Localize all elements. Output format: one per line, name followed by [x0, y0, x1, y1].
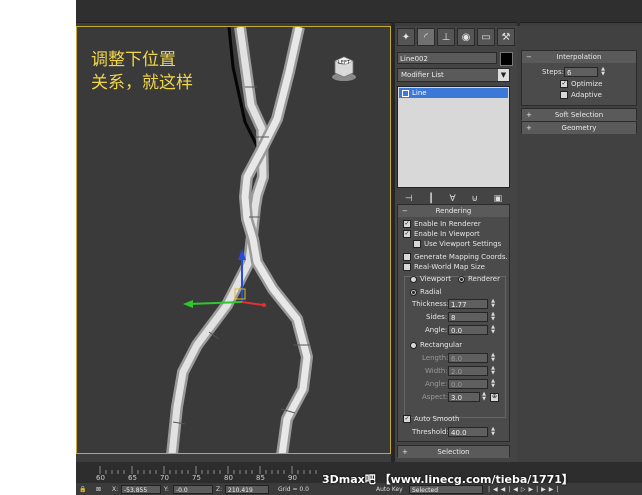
lock-selection-icon[interactable]: 🔒: [79, 485, 86, 494]
interpolation-rollout: − Interpolation Steps: 6 ▲ ▼ ✓ Optimize Ada…: [521, 50, 637, 106]
thickness-label: Thickness:: [412, 300, 449, 308]
steps-arrows-icon[interactable]: ▲ ▼: [600, 67, 606, 77]
threshold-spinner[interactable]: 40.0: [448, 427, 488, 437]
page-margin: [0, 0, 76, 495]
rendering-rollout: − Rendering ✓ Enable In Renderer ✓ Enable I…: [397, 204, 510, 442]
thickness-spinner[interactable]: 1.77: [448, 299, 488, 309]
angle-spinner[interactable]: 0.0: [448, 325, 488, 335]
rollout-column: − Interpolation Steps: 6 ▲ ▼ ✓ Optimize Ada…: [517, 26, 642, 466]
auto-smooth-checkbox[interactable]: ✓ Auto Smooth: [403, 415, 460, 423]
object-color-swatch[interactable]: [500, 52, 513, 66]
x-label: X:: [112, 486, 119, 493]
viewport-caption: 调整下位置 关系，就这样: [91, 50, 193, 93]
viewport-radio[interactable]: Viewport: [410, 275, 451, 283]
width-spinner[interactable]: 2.0: [448, 366, 488, 376]
make-unique-icon[interactable]: ∀: [449, 194, 455, 204]
display-tab-icon[interactable]: ▭: [477, 28, 495, 46]
command-tabs: ✦ ◜ ⊥ ◉ ▭ ⚒: [397, 28, 515, 46]
command-panel: ✦ ◜ ⊥ ◉ ▭ ⚒ Line002 Modifier List ▼ Line…: [395, 26, 517, 466]
expand-icon[interactable]: [402, 89, 409, 97]
pin-stack-icon[interactable]: ⊣: [405, 194, 413, 204]
length-label: Length:: [422, 354, 449, 362]
aspect-arrows-icon[interactable]: ▲ ▼: [481, 392, 487, 402]
angle-arrows-icon[interactable]: ▲ ▼: [490, 325, 496, 335]
geometry-rollout[interactable]: + Geometry: [521, 121, 637, 134]
configure-sets-icon[interactable]: ▣: [494, 194, 503, 204]
left-viewport[interactable]: 调整下位置 关系，就这样 LEFT: [76, 26, 391, 454]
chevron-down-icon[interactable]: ▼: [498, 69, 509, 81]
grid-readout: Grid = 0.0: [278, 486, 309, 493]
viewcube-label: LEFT: [338, 60, 350, 66]
timeline-tick: 75: [192, 474, 201, 482]
radial-radio[interactable]: Radial: [410, 288, 442, 296]
selection-rollout[interactable]: + Selection: [397, 445, 510, 458]
rect-angle-spinner[interactable]: 0.0: [448, 379, 488, 389]
z-label: Z:: [216, 486, 223, 493]
watermark: 3Dmax吧 【www.linecg.com/tieba/1771】: [322, 473, 573, 486]
x-coordinate-field[interactable]: -53.855: [121, 485, 161, 494]
y-label: Y:: [164, 486, 169, 493]
length-spinner[interactable]: 6.0: [448, 353, 488, 363]
aspect-label: Aspect:: [422, 393, 449, 401]
rectangular-radio[interactable]: Rectangular: [410, 341, 462, 349]
width-label: Width:: [425, 367, 448, 375]
motion-tab-icon[interactable]: ◉: [457, 28, 475, 46]
lock-aspect-icon[interactable]: ⊕: [490, 393, 499, 402]
optimize-checkbox[interactable]: ✓ Optimize: [560, 80, 602, 88]
interpolation-rollout-header[interactable]: − Interpolation: [522, 51, 636, 63]
hierarchy-tab-icon[interactable]: ⊥: [437, 28, 455, 46]
object-name-field[interactable]: Line002: [397, 52, 497, 64]
transform-mode-icon[interactable]: ⊠: [96, 485, 101, 494]
rendering-rollout-header[interactable]: − Rendering: [398, 205, 509, 217]
show-end-result-icon[interactable]: ┃: [428, 194, 433, 204]
soft-selection-header[interactable]: + Soft Selection: [522, 109, 636, 121]
rect-angle-arrows-icon[interactable]: ▲ ▼: [490, 379, 496, 389]
viewport-top-bar: [76, 0, 642, 23]
real-world-map-checkbox[interactable]: Real-World Map Size: [403, 263, 485, 271]
sides-arrows-icon[interactable]: ▲ ▼: [490, 312, 496, 322]
threshold-label: Threshold:: [412, 428, 449, 436]
thickness-arrows-icon[interactable]: ▲ ▼: [490, 299, 496, 309]
use-viewport-settings-checkbox[interactable]: Use Viewport Settings: [413, 240, 501, 248]
modifier-stack[interactable]: Line: [397, 86, 510, 188]
threshold-arrows-icon[interactable]: ▲ ▼: [490, 427, 496, 437]
timeline-tick: 65: [128, 474, 137, 482]
stack-item-label: Line: [412, 89, 427, 97]
timeline-tick: 85: [256, 474, 265, 482]
modifier-list-dropdown[interactable]: Modifier List ▼: [397, 68, 510, 82]
steps-spinner[interactable]: 6: [564, 67, 598, 77]
create-tab-icon[interactable]: ✦: [397, 28, 415, 46]
timeline-tick: 80: [224, 474, 233, 482]
y-coordinate-field[interactable]: -0.0: [173, 485, 213, 494]
max-window: 调整下位置 关系，就这样 LEFT ✦ ◜ ⊥ ◉ ▭ ⚒ Line002 Mo…: [76, 0, 642, 495]
stack-item-line[interactable]: Line: [399, 88, 508, 98]
timeline-tick: 90: [288, 474, 297, 482]
modify-tab-icon[interactable]: ◜: [417, 28, 435, 46]
steps-label: Steps:: [542, 68, 564, 76]
remove-modifier-icon[interactable]: ⊍: [471, 194, 478, 204]
geometry-header[interactable]: + Geometry: [522, 122, 636, 134]
enable-in-renderer-checkbox[interactable]: ✓ Enable In Renderer: [403, 220, 481, 228]
timeline-tick: 60: [96, 474, 105, 482]
width-arrows-icon[interactable]: ▲ ▼: [490, 366, 496, 376]
adaptive-checkbox[interactable]: Adaptive: [560, 91, 602, 99]
z-coordinate-field[interactable]: 210.419: [225, 485, 269, 494]
viewcube-icon[interactable]: [331, 53, 357, 83]
selection-rollout-header[interactable]: + Selection: [398, 446, 509, 458]
utilities-tab-icon[interactable]: ⚒: [497, 28, 515, 46]
rect-angle-label: Angle:: [425, 380, 448, 388]
soft-selection-rollout[interactable]: + Soft Selection: [521, 108, 637, 121]
renderer-radio[interactable]: Renderer: [458, 275, 500, 283]
sides-label: Sides:: [426, 313, 448, 321]
length-arrows-icon[interactable]: ▲ ▼: [490, 353, 496, 363]
sides-spinner[interactable]: 8: [448, 312, 488, 322]
generate-mapping-checkbox[interactable]: Generate Mapping Coords.: [403, 253, 508, 261]
timeline-tick: 70: [160, 474, 169, 482]
modifier-list-label: Modifier List: [401, 71, 444, 79]
aspect-spinner[interactable]: 3.0: [448, 392, 480, 402]
enable-in-viewport-checkbox[interactable]: ✓ Enable In Viewport: [403, 230, 480, 238]
angle-label: Angle:: [425, 326, 448, 334]
